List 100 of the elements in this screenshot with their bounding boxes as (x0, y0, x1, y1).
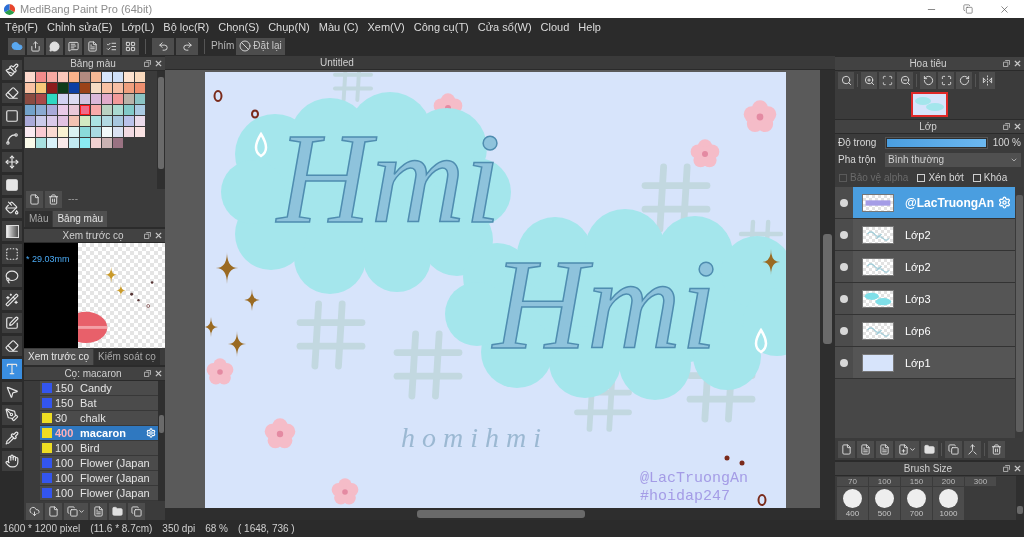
color-swatch[interactable] (135, 116, 145, 126)
document-button[interactable] (876, 440, 893, 458)
file-button[interactable] (838, 440, 855, 458)
color-swatch[interactable] (102, 105, 112, 115)
color-swatch[interactable] (113, 94, 123, 104)
color-swatch[interactable] (58, 83, 68, 93)
trash-button[interactable] (988, 440, 1005, 458)
settings-icon[interactable] (998, 196, 1011, 209)
color-swatch[interactable] (58, 105, 68, 115)
color-swatch[interactable] (102, 138, 112, 148)
rotate-right-button[interactable] (956, 71, 972, 89)
corners-button[interactable] (879, 71, 895, 89)
undock-icon[interactable] (1003, 123, 1010, 130)
color-swatch[interactable] (124, 116, 134, 126)
color-swatch[interactable] (113, 105, 123, 115)
color-swatch[interactable] (113, 138, 123, 148)
color-swatch[interactable] (36, 83, 46, 93)
menu-item[interactable]: Xem(V) (367, 20, 405, 34)
file-button[interactable] (45, 502, 62, 520)
restore-icon[interactable] (963, 4, 973, 14)
color-swatch[interactable] (91, 72, 101, 82)
redo-button[interactable] (176, 37, 198, 55)
color-swatch[interactable] (69, 105, 79, 115)
tool-button[interactable] (2, 405, 22, 425)
flip-button[interactable] (979, 71, 995, 89)
color-swatch[interactable] (36, 127, 46, 137)
brush-size-preset[interactable]: 1000 (933, 487, 964, 520)
color-swatch[interactable] (47, 127, 57, 137)
menu-item[interactable]: Cloud (540, 20, 570, 34)
color-swatch[interactable] (69, 83, 79, 93)
color-swatch[interactable] (113, 127, 123, 137)
color-swatch[interactable] (102, 127, 112, 137)
brush-size-preset[interactable]: 100 (869, 477, 900, 486)
message-button[interactable] (65, 37, 82, 55)
close-icon[interactable] (1014, 465, 1021, 472)
color-swatch[interactable] (124, 127, 134, 137)
speech-bubble-button[interactable] (46, 37, 63, 55)
color-swatch[interactable] (47, 72, 57, 82)
magnifier-button[interactable] (838, 71, 854, 89)
tool-button[interactable] (2, 428, 22, 448)
color-swatch[interactable] (58, 94, 68, 104)
panel-tab[interactable]: Xem trước cọ (24, 349, 94, 365)
color-swatch[interactable] (25, 138, 35, 148)
reset-button[interactable]: Đặt lại (236, 37, 285, 55)
color-swatch[interactable] (135, 72, 145, 82)
cloud-button[interactable] (8, 37, 25, 55)
undock-icon[interactable] (144, 60, 151, 67)
scrollbar-thumb[interactable] (158, 77, 164, 169)
trash-button[interactable] (45, 190, 62, 208)
color-swatch[interactable] (69, 116, 79, 126)
panel-tab[interactable]: Màu (25, 211, 53, 227)
color-swatch[interactable] (47, 116, 57, 126)
tool-button[interactable] (2, 451, 22, 471)
maximize-button[interactable] (938, 71, 954, 89)
brush-item[interactable]: 100 Flower (Japan (40, 471, 158, 486)
document-button[interactable] (84, 37, 101, 55)
tool-button[interactable] (2, 175, 22, 195)
navigator-thumbnail[interactable] (911, 91, 948, 117)
checklist-button[interactable] (103, 37, 120, 55)
color-swatch[interactable] (25, 116, 35, 126)
color-swatch[interactable] (25, 83, 35, 93)
color-swatch[interactable] (113, 116, 123, 126)
color-swatch[interactable] (58, 72, 68, 82)
color-swatch[interactable] (36, 105, 46, 115)
document-button[interactable] (857, 440, 874, 458)
color-swatch[interactable] (69, 72, 79, 82)
close-icon[interactable] (155, 60, 162, 67)
checkbox-label[interactable]: Khóa (983, 172, 1008, 184)
tool-button[interactable] (2, 198, 22, 218)
copy-button[interactable] (128, 502, 145, 520)
color-swatch[interactable] (25, 94, 35, 104)
color-swatch[interactable] (25, 105, 35, 115)
brush-item[interactable]: 30 chalk (40, 411, 158, 426)
tool-button[interactable] (2, 244, 22, 264)
tool-button[interactable] (2, 83, 22, 103)
folder-button[interactable] (109, 502, 126, 520)
brush-size-preset[interactable]: 70 (837, 477, 868, 486)
color-swatch[interactable] (124, 94, 134, 104)
tool-button[interactable] (2, 152, 22, 172)
color-swatch[interactable] (69, 127, 79, 137)
undo-button[interactable] (152, 37, 174, 55)
zoom-in-button[interactable] (861, 71, 877, 89)
color-swatch[interactable] (25, 127, 35, 137)
add-menu-button[interactable] (895, 440, 919, 458)
menu-item[interactable]: Lớp(L) (121, 20, 155, 34)
color-swatch[interactable] (91, 94, 101, 104)
color-swatch[interactable] (80, 105, 90, 115)
color-swatch[interactable] (91, 127, 101, 137)
checkbox-label[interactable]: Xén bớt (928, 172, 964, 184)
menu-item[interactable]: Màu (C) (318, 20, 359, 34)
close-icon[interactable] (1014, 60, 1021, 67)
undock-icon[interactable] (1003, 60, 1010, 67)
color-swatch[interactable] (124, 72, 134, 82)
menu-item[interactable]: Chụp(N) (268, 20, 310, 34)
color-swatch[interactable] (58, 116, 68, 126)
color-swatch[interactable] (80, 138, 90, 148)
checkbox[interactable] (972, 174, 981, 182)
scrollbar-thumb[interactable] (159, 415, 164, 433)
color-swatch[interactable] (102, 116, 112, 126)
scrollbar-thumb[interactable] (1017, 506, 1023, 514)
